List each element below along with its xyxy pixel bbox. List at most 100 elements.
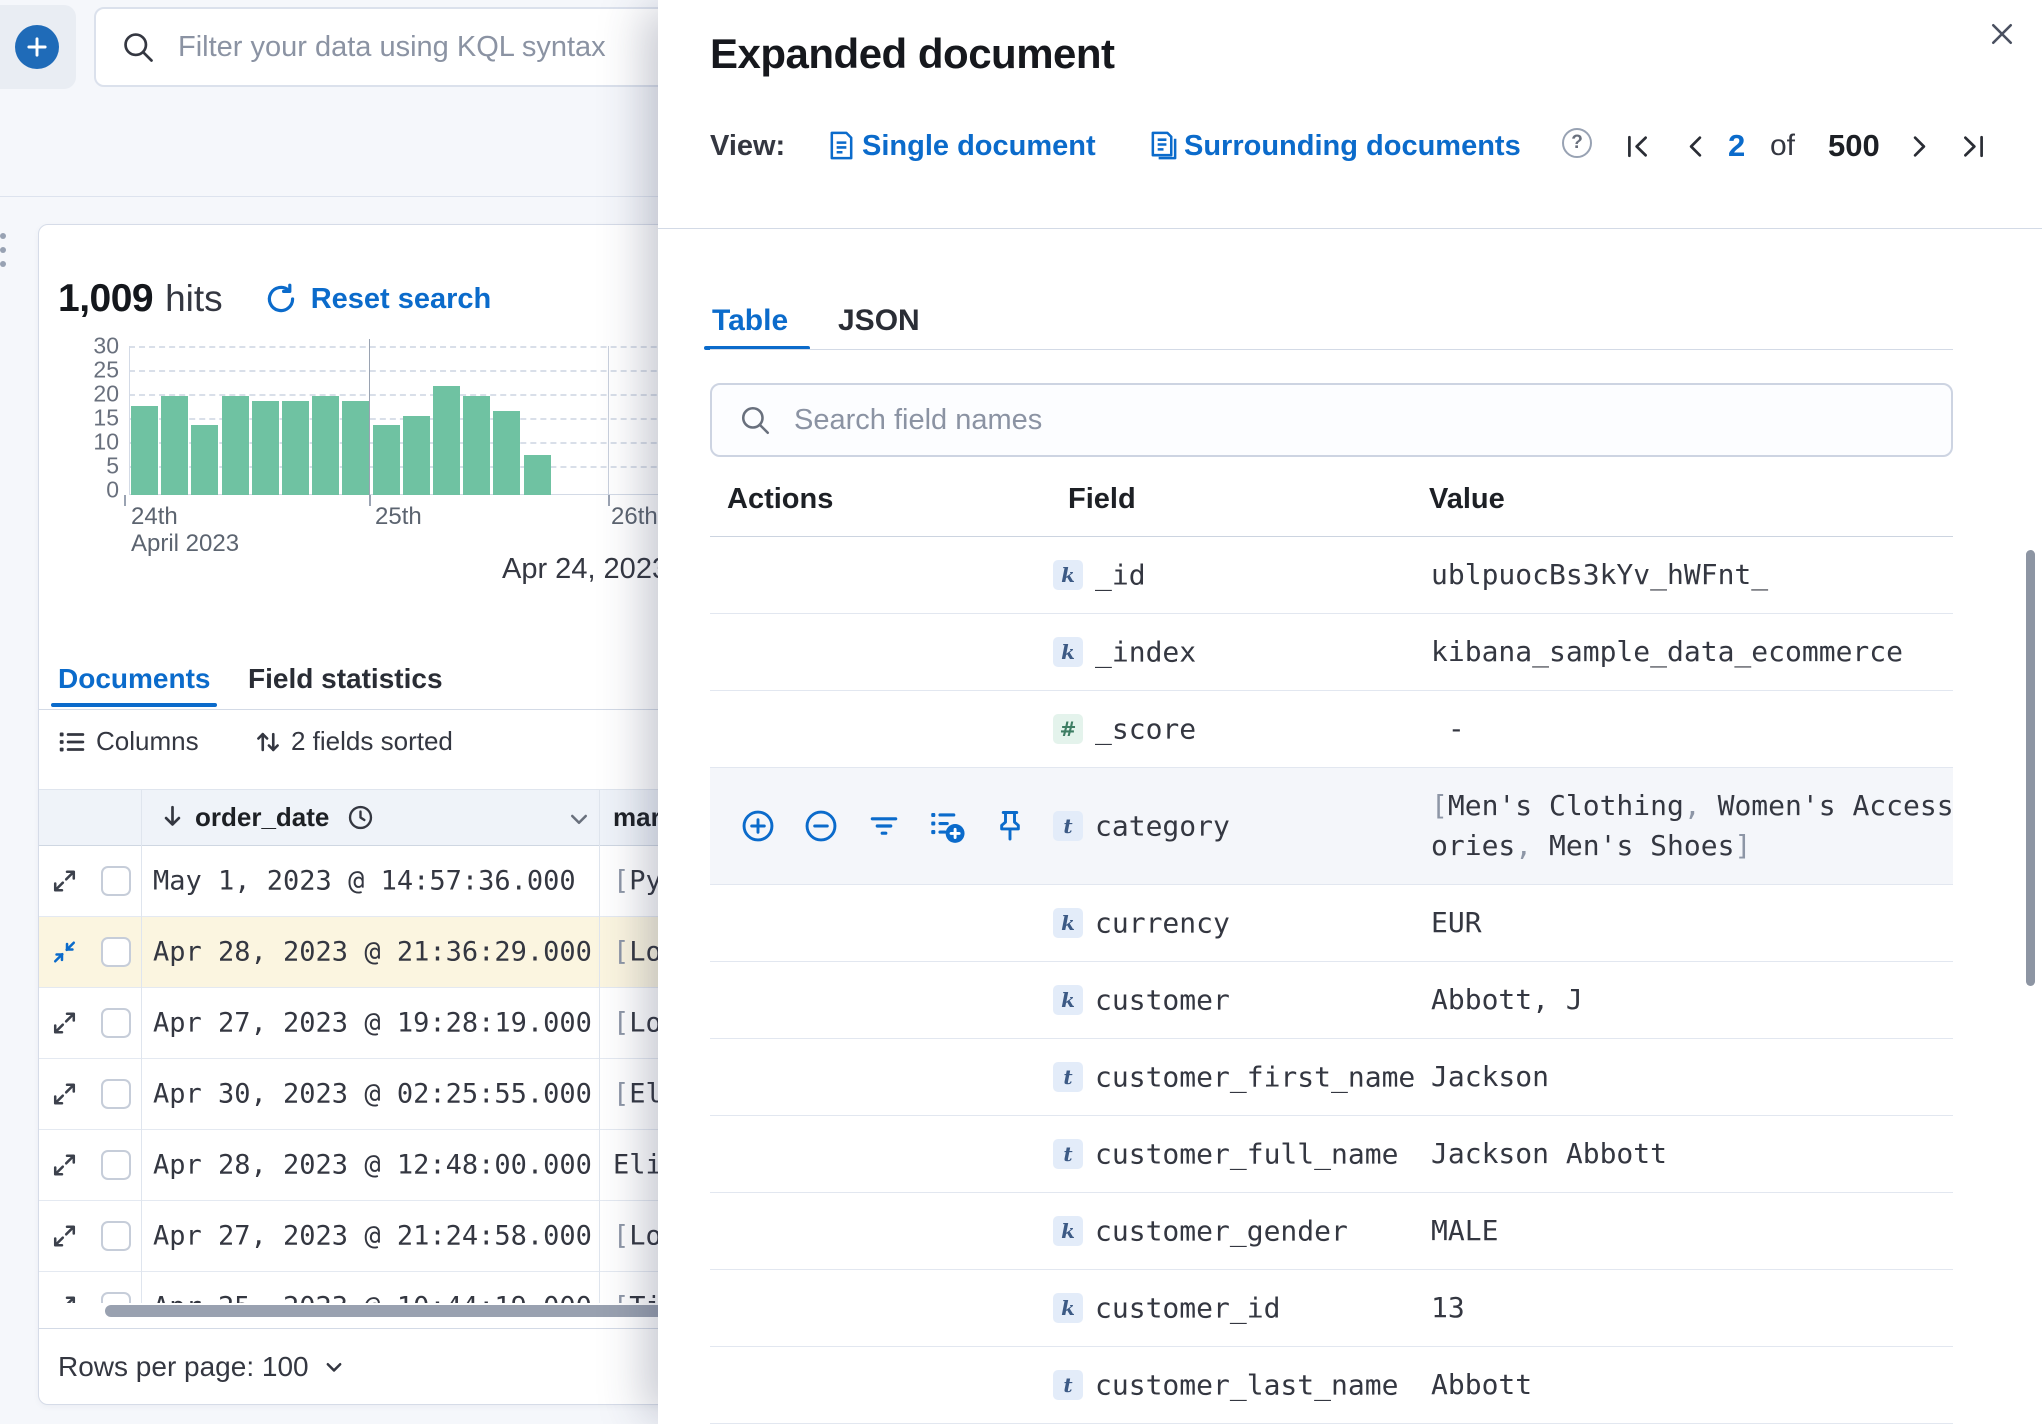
- surrounding-documents-icon[interactable]: [1148, 130, 1179, 161]
- columns-button[interactable]: Columns: [96, 726, 199, 757]
- histogram-bar[interactable]: [312, 396, 340, 495]
- field-search-placeholder: Search field names: [794, 403, 1043, 436]
- expand-row-icon[interactable]: [51, 1081, 78, 1108]
- day-gridline-26th: [608, 346, 609, 495]
- field-name: _score: [1095, 712, 1197, 746]
- expand-row-icon[interactable]: [51, 1152, 78, 1179]
- expanded-document-flyout: Expanded document View: Single document …: [658, 0, 2042, 1424]
- field-row: k currency EUR: [710, 885, 1953, 962]
- first-page-icon[interactable]: [1624, 133, 1651, 160]
- histogram-bar[interactable]: [372, 425, 400, 495]
- field-name: _index: [1095, 635, 1197, 669]
- surrounding-documents-link[interactable]: Surrounding documents: [1184, 130, 1521, 163]
- horizontal-scrollbar[interactable]: [105, 1305, 665, 1317]
- x-tick-mark: [608, 495, 610, 506]
- field-row: t customer_first_name Jackson: [710, 1039, 1953, 1116]
- single-document-link[interactable]: Single document: [862, 130, 1096, 163]
- field-row: k _index kibana_sample_data_ecommerce: [710, 614, 1953, 691]
- expand-row-icon[interactable]: [51, 868, 78, 895]
- plus-icon: [24, 34, 50, 60]
- filter-for-value-icon[interactable]: [740, 808, 776, 844]
- histogram-bar[interactable]: [191, 425, 219, 495]
- order-date-column-header[interactable]: order_date: [195, 802, 329, 833]
- field-row: t category [Men's Clothing, Women's Access…: [710, 768, 1954, 885]
- next-page-icon[interactable]: [1906, 133, 1933, 160]
- current-page-number[interactable]: 2: [1728, 128, 1745, 164]
- histogram-bar[interactable]: [251, 401, 279, 495]
- panel-drag-handle-icon[interactable]: [0, 228, 10, 272]
- field-type-badge: t: [1053, 1139, 1083, 1169]
- histogram-bar[interactable]: [342, 401, 370, 495]
- tab-field-statistics[interactable]: Field statistics: [248, 663, 443, 695]
- hits-histogram: [129, 339, 737, 495]
- field-name: customer_gender: [1095, 1214, 1348, 1248]
- single-document-icon[interactable]: [826, 130, 857, 161]
- field-name: customer_first_name: [1095, 1060, 1416, 1094]
- field-column-header: Field: [1068, 483, 1136, 515]
- row-checkbox[interactable]: [101, 1292, 131, 1303]
- row-checkbox[interactable]: [101, 1221, 131, 1251]
- histogram-bar[interactable]: [161, 396, 189, 495]
- fields-sorted-button[interactable]: 2 fields sorted: [291, 726, 453, 757]
- column-menu-chevron-icon[interactable]: [567, 807, 591, 831]
- previous-page-icon[interactable]: [1682, 133, 1709, 160]
- field-search-input[interactable]: Search field names: [710, 383, 1953, 457]
- histogram-bar[interactable]: [221, 396, 249, 495]
- tab-json[interactable]: JSON: [838, 304, 920, 338]
- manufacturer-cell: [Ti: [613, 1292, 662, 1304]
- manufacturer-cell: [Py: [613, 865, 662, 897]
- manufacturer-cell: [Lo: [613, 936, 662, 968]
- reset-search-link[interactable]: Reset search: [311, 283, 492, 316]
- tab-documents[interactable]: Documents: [58, 663, 210, 695]
- toggle-column-icon[interactable]: [929, 808, 965, 844]
- search-icon: [738, 403, 772, 437]
- manufacturer-column-header[interactable]: mar: [613, 802, 661, 833]
- close-icon[interactable]: [1988, 20, 2016, 48]
- histogram-bar[interactable]: [131, 406, 158, 495]
- chevron-down-icon: [323, 1356, 345, 1378]
- expand-row-icon[interactable]: [51, 1010, 78, 1037]
- kibana-discover-page: Filter your data using KQL syntax 1,009 …: [0, 0, 2042, 1424]
- field-row: k customer Abbott, J: [710, 962, 1953, 1039]
- rows-per-page-button[interactable]: Rows per page: 100: [58, 1351, 345, 1383]
- order-date-cell: Apr 30, 2023 @ 02:25:55.000: [153, 1078, 592, 1110]
- pagination-of-label: of: [1770, 129, 1796, 162]
- x-tick-mark: [369, 495, 371, 506]
- pin-field-icon[interactable]: [992, 808, 1028, 844]
- tab-table[interactable]: Table: [712, 304, 788, 338]
- view-label: View:: [710, 130, 786, 162]
- field-row: k customer_id 13: [710, 1270, 1953, 1347]
- row-checkbox[interactable]: [101, 1150, 131, 1180]
- collapse-row-icon[interactable]: [51, 939, 78, 966]
- vertical-scrollbar[interactable]: [2026, 550, 2035, 986]
- histogram-bar[interactable]: [402, 416, 430, 495]
- expand-row-icon[interactable]: [51, 1223, 78, 1250]
- histogram-bar[interactable]: [523, 455, 551, 495]
- field-type-badge: k: [1053, 1216, 1083, 1246]
- row-checkbox[interactable]: [101, 1079, 131, 1109]
- histogram-bar[interactable]: [463, 396, 491, 495]
- expand-row-icon[interactable]: [51, 1294, 78, 1303]
- y-tick: 15: [93, 404, 119, 431]
- filter-out-value-icon[interactable]: [803, 808, 839, 844]
- order-date-cell: Apr 27, 2023 @ 21:24:58.000: [153, 1220, 592, 1252]
- row-checkbox[interactable]: [101, 937, 131, 967]
- field-value: ublpuocBs3kYv_hWFnt_: [1431, 558, 1769, 591]
- last-page-icon[interactable]: [1960, 133, 1987, 160]
- histogram-bar[interactable]: [493, 411, 521, 495]
- field-type-badge: k: [1053, 908, 1083, 938]
- sort-descending-icon[interactable]: [159, 803, 186, 830]
- add-filter-button[interactable]: [15, 25, 59, 69]
- field-type-badge: t: [1053, 1062, 1083, 1092]
- x-axis-sub-label: April 2023: [131, 530, 240, 557]
- field-value: [Men's Clothing, Women's Accessories, Me…: [1431, 789, 1954, 862]
- filter-exists-icon[interactable]: [866, 808, 902, 844]
- field-value: kibana_sample_data_ecommerce: [1431, 635, 1904, 668]
- histogram-bar[interactable]: [433, 386, 460, 495]
- row-checkbox[interactable]: [101, 1008, 131, 1038]
- help-icon[interactable]: ?: [1562, 128, 1592, 158]
- histogram-bar[interactable]: [282, 401, 309, 495]
- field-type-badge: k: [1053, 1293, 1083, 1323]
- refresh-icon[interactable]: [265, 283, 297, 315]
- row-checkbox[interactable]: [101, 866, 131, 896]
